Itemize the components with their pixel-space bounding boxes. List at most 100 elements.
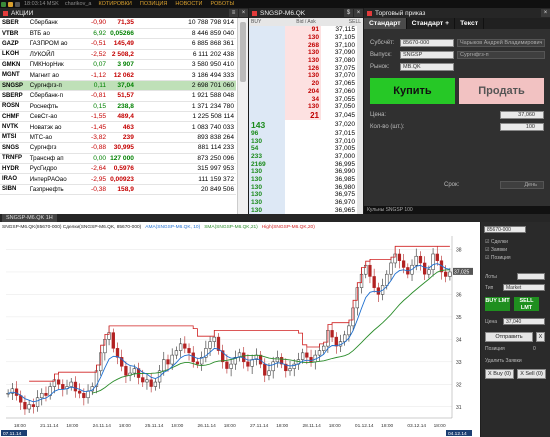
quote-row[interactable]: GAZP ГАЗПРОМ ао -0,51 145,49 6 885 868 361 bbox=[0, 38, 236, 50]
bid-row[interactable]: 130 36,985 bbox=[249, 175, 357, 184]
bid-row[interactable]: 143 37,020 bbox=[249, 119, 357, 130]
quote-change: 0,15 bbox=[80, 101, 109, 113]
account-select[interactable]: 85670-000 bbox=[400, 39, 454, 47]
quote-row[interactable]: ROSN Роснефть 0,15 238,8 1 371 234 780 bbox=[0, 101, 236, 113]
cancel-buy-button[interactable]: X Buy (0) bbox=[485, 369, 514, 379]
quote-level bbox=[135, 59, 179, 71]
bid-row[interactable]: 130 36,990 bbox=[249, 168, 357, 176]
price-input[interactable]: 37,060 bbox=[500, 111, 544, 119]
menu-position[interactable]: ПОЗИЦИЯ bbox=[140, 1, 168, 7]
ask-row[interactable]: 91 37,115 bbox=[249, 26, 357, 34]
bid-row[interactable]: 96 37,015 bbox=[249, 129, 357, 138]
candle-body bbox=[229, 363, 233, 369]
quote-row[interactable]: HYDR РусГидро -2,64 0,5976 315 997 953 bbox=[0, 163, 236, 175]
quote-ticker: VTBR bbox=[0, 28, 28, 40]
quotes-scrollbar[interactable] bbox=[237, 18, 248, 214]
quote-row[interactable]: MGNT Магнит ао -1,12 12 062 3 186 494 333 bbox=[0, 69, 236, 81]
quote-volume: 20 849 506 bbox=[178, 184, 236, 196]
ask-row[interactable]: 21 37,045 bbox=[249, 110, 357, 120]
opt-position[interactable]: ☑ Позиция bbox=[485, 255, 511, 261]
tab-text[interactable]: Текст bbox=[455, 18, 485, 29]
ask-row[interactable]: 130 37,080 bbox=[249, 56, 357, 65]
bid-row[interactable]: 130 36,965 bbox=[249, 206, 357, 214]
opt-orders[interactable]: ☑ Заявки bbox=[485, 247, 507, 253]
chart-plot[interactable]: 383736353433323137,02518:0021.11.1418:00… bbox=[0, 222, 480, 437]
quote-level bbox=[135, 49, 179, 61]
empty-cell bbox=[249, 33, 285, 42]
quote-row[interactable]: SBER Сбербанк -0,90 71,35 10 788 798 914 bbox=[0, 18, 236, 29]
bell-icon[interactable] bbox=[8, 1, 13, 7]
ask-row[interactable]: 130 37,090 bbox=[249, 49, 357, 57]
buy-button[interactable]: Купить bbox=[370, 78, 455, 104]
price-chart-svg[interactable]: 383736353433323137,02518:0021.11.1418:00… bbox=[0, 222, 480, 437]
ask-row[interactable]: 130 37,050 bbox=[249, 102, 357, 111]
menu-robots[interactable]: РОБОТЫ bbox=[210, 1, 234, 7]
ask-volume: 268 bbox=[285, 41, 321, 50]
quote-row[interactable]: SIBN Газпрнефть -0,38 158,9 20 849 506 bbox=[0, 184, 236, 196]
candle-body bbox=[263, 363, 267, 376]
ask-row[interactable]: 126 37,075 bbox=[249, 64, 357, 73]
quote-row[interactable]: SNGSP Сургнфгз-п 0,11 37,04 2 698 701 060 bbox=[0, 80, 236, 92]
chart-tab[interactable]: SNGSP-M6.QK 1H bbox=[2, 214, 57, 222]
quote-change: -2,52 bbox=[80, 49, 109, 61]
side-account[interactable]: 85670-000 bbox=[484, 226, 526, 233]
issue-select[interactable]: SNGSP bbox=[400, 51, 454, 59]
bid-row[interactable]: 130 36,970 bbox=[249, 198, 357, 207]
quote-row[interactable]: VTBR ВТБ ао 6,92 0,05266 8 446 859 040 bbox=[0, 28, 236, 40]
close-icon[interactable]: × bbox=[354, 9, 363, 17]
ask-row[interactable]: 20 37,065 bbox=[249, 79, 357, 88]
menu-icon[interactable]: ≡ bbox=[229, 9, 238, 17]
chart-legend: SNGSP-M6.QK(85670-000) Сделки(SNGSP-M6.Q… bbox=[2, 225, 319, 230]
send-button[interactable]: Отправить bbox=[485, 332, 533, 342]
term-select[interactable]: День bbox=[500, 181, 544, 189]
close-icon[interactable]: × bbox=[541, 9, 550, 17]
lots-input[interactable] bbox=[517, 273, 545, 280]
opt-trades[interactable]: ☑ Сделки bbox=[485, 239, 508, 245]
ask-row[interactable]: 204 37,060 bbox=[249, 87, 357, 96]
candle-body bbox=[208, 341, 212, 349]
buy-lmt-button[interactable]: BUY LMT bbox=[485, 297, 510, 311]
ask-row[interactable]: 34 37,055 bbox=[249, 95, 357, 103]
quote-row[interactable]: CHMF СевСт-ао -1,55 489,4 1 225 508 114 bbox=[0, 111, 236, 123]
quote-row[interactable]: IRAO ИнтерРАОао -2,95 0,00923 111 159 372 bbox=[0, 173, 236, 185]
bid-row[interactable]: 130 37,010 bbox=[249, 137, 357, 145]
quote-ticker: MTSI bbox=[0, 132, 28, 144]
bid-volume: 2169 bbox=[249, 160, 285, 168]
bid-row[interactable]: 130 36,975 bbox=[249, 191, 357, 199]
menu-quotes[interactable]: КОТИРОВКИ bbox=[98, 1, 131, 7]
bid-row[interactable]: 130 36,980 bbox=[249, 183, 357, 192]
quote-row[interactable]: TRNFP Транснф ап 0,00 127 000 873 250 096 bbox=[0, 153, 236, 164]
bid-row[interactable]: 2169 36,995 bbox=[249, 160, 357, 168]
ask-price: 37,105 bbox=[334, 34, 355, 42]
ask-row[interactable]: 268 37,100 bbox=[249, 41, 357, 50]
sell-button[interactable]: Продать bbox=[459, 78, 544, 104]
quote-row[interactable]: SBERP Сбербанк-п -0,81 51,57 1 921 588 048 bbox=[0, 90, 236, 102]
quote-row[interactable]: LKOH ЛУКОЙЛ -2,52 2 508,2 6 111 202 438 bbox=[0, 49, 236, 61]
cancel-x-button[interactable]: X bbox=[536, 332, 545, 342]
ask-row[interactable]: 130 37,070 bbox=[249, 72, 357, 80]
sell-lmt-button[interactable]: SELL LMT bbox=[514, 297, 539, 311]
quote-row[interactable]: NVTK Новатэк ао -1,45 463 1 083 740 033 bbox=[0, 121, 236, 133]
quote-change: 0,00 bbox=[80, 153, 109, 164]
qty-input[interactable]: 100 bbox=[500, 123, 544, 131]
bid-row[interactable]: 233 37,000 bbox=[249, 152, 357, 161]
market-select[interactable]: MB.QK bbox=[400, 63, 454, 71]
quote-row[interactable]: MTSI МТС-ао -3,82 239 893 838 264 bbox=[0, 132, 236, 144]
bid-row[interactable]: 54 37,005 bbox=[249, 144, 357, 153]
type-select[interactable]: Market bbox=[503, 284, 545, 291]
panel-tag-icon bbox=[252, 10, 257, 16]
quote-row[interactable]: GMKN ГМКНорНик 0,07 3 907 3 580 950 410 bbox=[0, 59, 236, 71]
menu-news[interactable]: НОВОСТИ bbox=[175, 1, 202, 7]
side-price-input[interactable]: 37,040 bbox=[503, 318, 545, 325]
dollar-icon[interactable]: $ bbox=[344, 9, 353, 17]
settings-icon[interactable] bbox=[15, 1, 20, 7]
tab-standard-plus[interactable]: Стандарт + bbox=[407, 18, 456, 29]
tab-standard[interactable]: Стандарт bbox=[364, 18, 407, 29]
quote-row[interactable]: SNGS Сургнфгз -0,88 30,995 881 114 233 bbox=[0, 142, 236, 154]
depth-scrollbar[interactable] bbox=[357, 26, 363, 214]
candle-body bbox=[124, 366, 128, 376]
cancel-sell-button[interactable]: X Sell (0) bbox=[517, 369, 546, 379]
close-icon[interactable]: × bbox=[239, 9, 248, 17]
ask-row[interactable]: 130 37,105 bbox=[249, 33, 357, 42]
connect-icon[interactable] bbox=[1, 1, 6, 7]
